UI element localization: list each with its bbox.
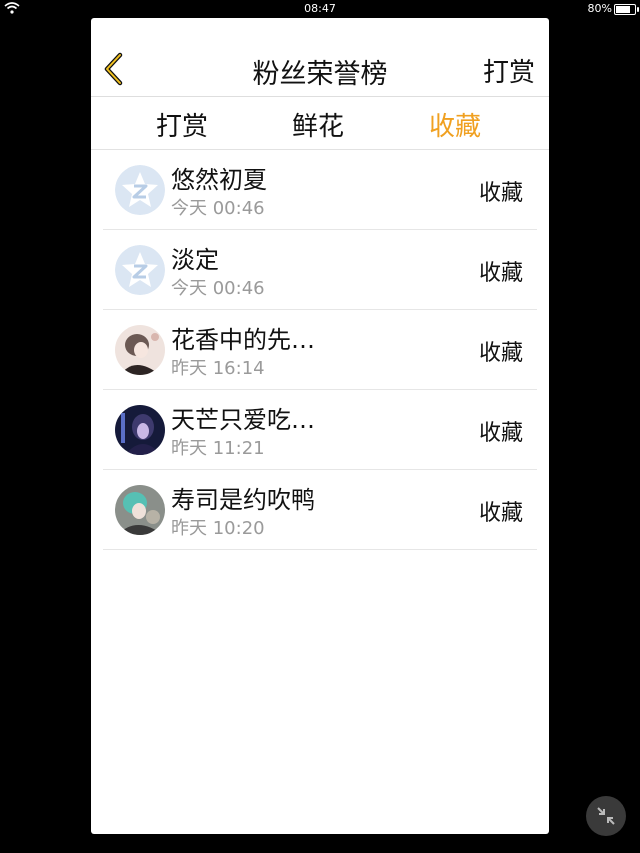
fan-name: 淡定 (171, 246, 219, 274)
battery-icon (614, 4, 639, 15)
fan-time: 今天 00:46 (171, 198, 265, 219)
ranking-panel: 粉丝荣誉榜 打赏 打赏 鲜花 收藏 悠然初夏 今天 00:46 收藏 淡定 今天… (91, 18, 549, 834)
list-item[interactable]: 悠然初夏 今天 00:46 收藏 (103, 150, 537, 230)
tab-reward[interactable]: 打赏 (156, 106, 208, 143)
status-time: 08:47 (304, 2, 336, 15)
fan-time: 今天 00:46 (171, 278, 265, 299)
reward-button[interactable]: 打赏 (483, 52, 535, 89)
favorite-label: 收藏 (478, 421, 523, 446)
favorite-label: 收藏 (478, 501, 523, 526)
tab-favorites[interactable]: 收藏 (429, 106, 481, 143)
fan-time: 昨天 16:14 (171, 358, 265, 379)
favorite-label: 收藏 (478, 181, 523, 206)
placeholder-avatar-icon (115, 165, 165, 215)
page-title: 粉丝荣誉榜 (252, 59, 388, 90)
status-bar: 08:47 80% (0, 0, 640, 18)
fan-name: 天芒只爱吃… (171, 406, 315, 434)
user-avatar (115, 485, 165, 535)
collapse-button[interactable] (586, 796, 626, 836)
tab-flowers[interactable]: 鲜花 (292, 106, 344, 143)
placeholder-avatar-icon (115, 245, 165, 295)
list-item[interactable]: 花香中的先… 昨天 16:14 收藏 (103, 310, 537, 390)
list-item[interactable]: 寿司是约吹鸭 昨天 10:20 收藏 (103, 470, 537, 550)
battery-percent: 80% (587, 2, 612, 15)
fan-time: 昨天 10:20 (171, 518, 265, 539)
user-avatar (115, 405, 165, 455)
battery-fill (616, 6, 630, 13)
list-item[interactable]: 天芒只爱吃… 昨天 11:21 收藏 (103, 390, 537, 470)
nav-bar: 粉丝荣誉榜 打赏 (91, 18, 549, 97)
fan-name: 寿司是约吹鸭 (171, 486, 315, 514)
fan-name: 花香中的先… (171, 326, 315, 354)
fan-time: 昨天 11:21 (171, 438, 265, 459)
user-avatar (115, 325, 165, 375)
list-item[interactable]: 淡定 今天 00:46 收藏 (103, 230, 537, 310)
fan-list: 悠然初夏 今天 00:46 收藏 淡定 今天 00:46 收藏 花香中的先… 昨… (103, 150, 537, 550)
tab-bar: 打赏 鲜花 收藏 (91, 97, 549, 150)
collapse-icon (597, 807, 615, 825)
fan-name: 悠然初夏 (171, 166, 267, 194)
favorite-label: 收藏 (478, 341, 523, 366)
favorite-label: 收藏 (478, 261, 523, 286)
